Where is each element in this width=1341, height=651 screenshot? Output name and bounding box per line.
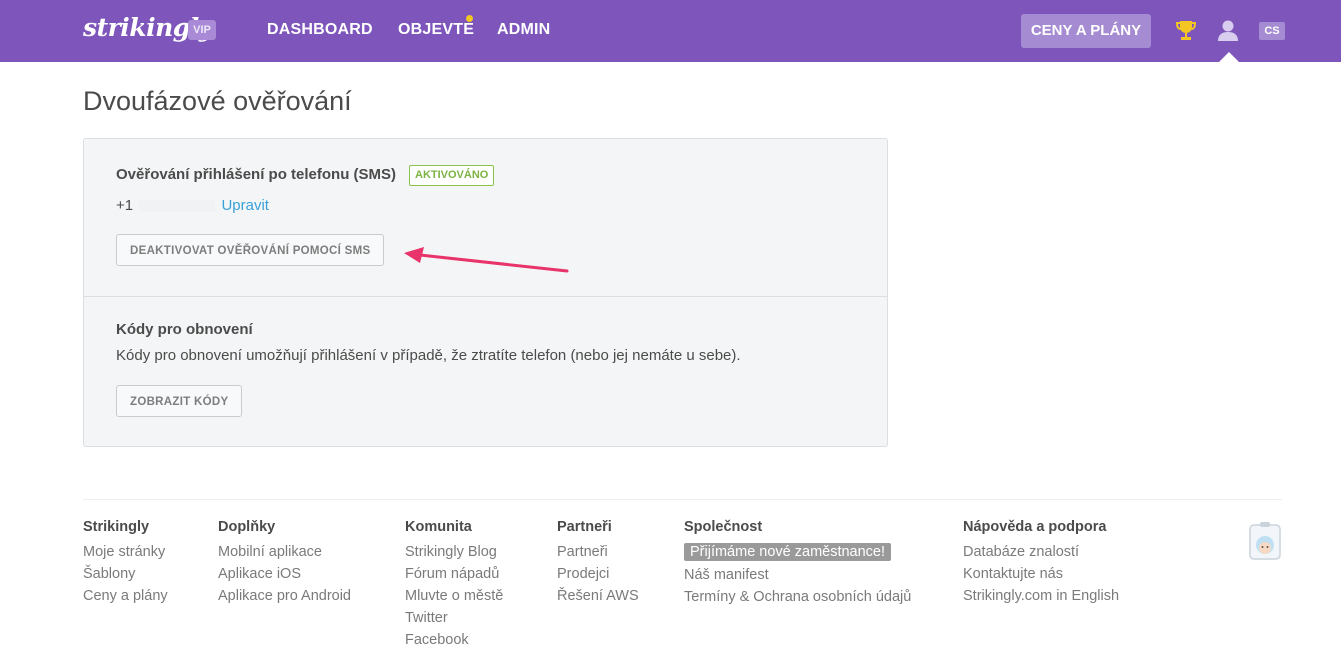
footer-link[interactable]: Twitter xyxy=(405,607,503,629)
nav-admin[interactable]: ADMIN xyxy=(497,21,550,39)
footer-link[interactable]: Aplikace iOS xyxy=(218,563,351,585)
user-icon[interactable] xyxy=(1216,18,1240,42)
footer-heading: Partneři xyxy=(557,519,612,535)
recovery-codes-heading: Kódy pro obnovení xyxy=(116,321,253,338)
notification-dot xyxy=(466,15,473,22)
footer-heading: Společnost xyxy=(684,519,763,535)
vip-badge: VIP xyxy=(188,20,216,40)
footer-link[interactable]: Mobilní aplikace xyxy=(218,541,351,563)
language-selector[interactable]: CS xyxy=(1259,22,1285,40)
footer-column-community: Komunita Strikingly Blog Fórum nápadů Ml… xyxy=(405,519,503,651)
status-badge: AKTIVOVÁNO xyxy=(409,165,495,186)
nav-dashboard[interactable]: DASHBOARD xyxy=(267,21,373,39)
top-navigation-bar: strikingly VIP DASHBOARD OBJEVTE ADMIN C… xyxy=(0,0,1341,62)
footer-link[interactable]: Partneři xyxy=(557,541,639,563)
footer-link[interactable]: Termíny & Ochrana osobních údajů xyxy=(684,586,911,608)
footer-column-help: Nápověda a podpora Databáze znalostí Kon… xyxy=(963,519,1119,607)
section-divider xyxy=(84,296,887,297)
footer-link[interactable]: Prodejci xyxy=(557,563,639,585)
footer-link[interactable]: Řešení AWS xyxy=(557,585,639,607)
footer-column-strikingly: Strikingly Moje stránky Šablony Ceny a p… xyxy=(83,519,168,607)
nav-explore[interactable]: OBJEVTE xyxy=(398,21,474,39)
phone-number-line: +1 Upravit xyxy=(116,197,269,214)
sms-section-heading: Ověřování přihlášení po telefonu (SMS) xyxy=(116,166,397,183)
user-menu-caret xyxy=(1219,52,1239,62)
footer-link[interactable]: Databáze znalostí xyxy=(963,541,1119,563)
footer-link[interactable]: Strikingly.com in English xyxy=(963,585,1119,607)
two-factor-panel: Ověřování přihlášení po telefonu (SMS) A… xyxy=(83,138,888,447)
footer-link[interactable]: Šablony xyxy=(83,563,168,585)
phone-number-redacted xyxy=(139,200,216,213)
footer-link[interactable]: Moje stránky xyxy=(83,541,168,563)
footer-column-partners: Partneři Partneři Prodejci Řešení AWS xyxy=(557,519,639,607)
footer-link[interactable]: Aplikace pro Android xyxy=(218,585,351,607)
deactivate-sms-button[interactable]: DEAKTIVOVAT OVĚŘOVÁNÍ POMOCÍ SMS xyxy=(116,234,385,266)
footer-heading: Nápověda a podpora xyxy=(963,519,1107,535)
trophy-icon[interactable] xyxy=(1175,19,1197,41)
footer-column-addons: Doplňky Mobilní aplikace Aplikace iOS Ap… xyxy=(218,519,351,607)
footer-column-company: Společnost Přijímáme nové zaměstnance! N… xyxy=(684,519,911,608)
footer-link[interactable]: Ceny a plány xyxy=(83,585,168,607)
recovery-codes-description: Kódy pro obnovení umožňují přihlášení v … xyxy=(116,347,741,364)
helper-mascot-icon[interactable] xyxy=(1248,521,1282,561)
footer-link[interactable]: Facebook xyxy=(405,629,503,651)
footer-link[interactable]: Kontaktujte nás xyxy=(963,563,1119,585)
show-codes-button[interactable]: ZOBRAZIT KÓDY xyxy=(116,385,243,417)
edit-phone-link[interactable]: Upravit xyxy=(221,197,269,214)
footer-heading: Doplňky xyxy=(218,519,276,535)
phone-prefix: +1 xyxy=(116,197,134,214)
pricing-plans-button[interactable]: CENY A PLÁNY xyxy=(1021,14,1151,48)
footer-divider xyxy=(83,499,1282,500)
footer-link[interactable]: Mluvte o městě xyxy=(405,585,503,607)
footer-heading: Komunita xyxy=(405,519,472,535)
page-title: Dvoufázové ověřování xyxy=(83,86,352,116)
hiring-link[interactable]: Přijímáme nové zaměstnance! xyxy=(684,543,892,561)
footer-link[interactable]: Strikingly Blog xyxy=(405,541,503,563)
footer-link[interactable]: Fórum nápadů xyxy=(405,563,503,585)
annotation-arrow xyxy=(404,247,569,273)
footer-link[interactable]: Náš manifest xyxy=(684,564,911,586)
footer-heading: Strikingly xyxy=(83,519,150,535)
